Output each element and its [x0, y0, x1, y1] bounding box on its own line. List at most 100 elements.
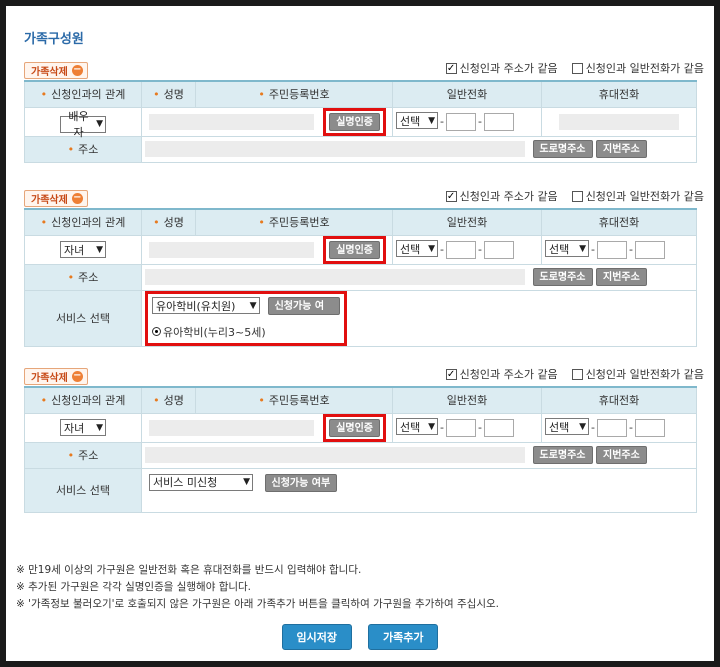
delete-family-label: 가족삭제: [31, 373, 68, 384]
family-member-table: • 신청인과의 관계 • 성명 • 주민등록번호 일반전화 휴대전화 자녀 ▼ 실명인증…: [24, 208, 697, 347]
service-radio-option[interactable]: 유아학비(누리3~5세): [152, 324, 340, 340]
phone-last-input[interactable]: [483, 418, 514, 437]
same-address-checkbox[interactable]: ✓ 신청인과 주소가 같음: [445, 60, 558, 76]
checkbox-icon: ✓: [445, 190, 457, 202]
add-family-button[interactable]: 가족추가: [368, 624, 439, 650]
rrn-header: • 주민등록번호: [195, 208, 393, 236]
delete-family-button[interactable]: 가족삭제 −: [24, 368, 88, 385]
relation-header: • 신청인과의 관계: [24, 80, 142, 108]
chevron-down-icon: ▼: [249, 300, 257, 311]
address-redacted: [145, 269, 525, 285]
name-rrn-redacted: [148, 113, 314, 130]
mobile-mid-input[interactable]: [596, 418, 627, 437]
delete-family-button[interactable]: 가족삭제 −: [24, 190, 88, 207]
phone-header: 일반전화: [392, 208, 542, 236]
chevron-down-icon: ▼: [428, 421, 435, 432]
verify-button[interactable]: 실명인증: [329, 240, 380, 259]
same-phone-checkbox[interactable]: 신청인과 일반전화가 같음: [571, 60, 704, 76]
verify-highlight: 실명인증: [323, 107, 386, 136]
lot-address-button[interactable]: 지번주소: [596, 140, 647, 158]
lot-address-button[interactable]: 지번주소: [596, 268, 647, 286]
same-phone-label: 신청인과 일반전화가 같음: [585, 368, 704, 381]
phone-last-input[interactable]: [483, 240, 514, 259]
phone-header: 일반전화: [392, 80, 542, 108]
service-radio-label: 유아학비(누리3~5세): [163, 325, 266, 339]
temp-save-button[interactable]: 임시저장: [281, 624, 352, 650]
mobile-prefix-select[interactable]: 선택 ▼: [545, 240, 589, 258]
verify-highlight: 실명인증: [323, 235, 386, 264]
chevron-down-icon: ▼: [96, 244, 103, 255]
phone-area-select[interactable]: 선택 ▼: [396, 112, 438, 130]
same-address-checkbox[interactable]: ✓ 신청인과 주소가 같음: [445, 366, 558, 382]
relation-select[interactable]: 자녀 ▼: [60, 419, 106, 436]
minus-icon: −: [71, 370, 83, 382]
lot-address-button[interactable]: 지번주소: [596, 446, 647, 464]
phone-mid-input[interactable]: [445, 112, 476, 131]
service-header: 서비스 선택: [24, 289, 142, 347]
same-address-label: 신청인과 주소가 같음: [459, 190, 558, 203]
same-phone-label: 신청인과 일반전화가 같음: [585, 62, 704, 75]
relation-header: • 신청인과의 관계: [24, 208, 142, 236]
note-item: ※ '가족정보 불러오기'로 호출되지 않은 가구원은 아래 가족추가 버튼을 …: [16, 598, 499, 610]
chevron-down-icon: ▼: [243, 477, 250, 487]
mobile-mid-input[interactable]: [596, 240, 627, 259]
phone-header: 일반전화: [392, 386, 542, 414]
same-phone-label: 신청인과 일반전화가 같음: [585, 190, 704, 203]
chevron-down-icon: ▼: [579, 243, 586, 254]
delete-family-label: 가족삭제: [31, 67, 68, 78]
name-header: • 성명: [141, 208, 196, 236]
same-address-label: 신청인과 주소가 같음: [459, 62, 558, 75]
verify-button[interactable]: 실명인증: [329, 112, 380, 131]
mobile-redacted: [559, 113, 679, 130]
note-item: ※ 추가된 가구원은 각각 실명인증을 실행해야 합니다.: [16, 581, 252, 593]
road-address-button[interactable]: 도로명주소: [532, 268, 593, 286]
verify-button[interactable]: 실명인증: [329, 418, 380, 437]
service-select[interactable]: 유아학비(유치원) ▼: [152, 297, 260, 314]
family-member-form: 가족구성원 가족삭제 − ✓ 신청인과 주소가 같음 신청인과 일반전화가 같음: [6, 6, 714, 661]
family-member-table: • 신청인과의 관계 • 성명 • 주민등록번호 일반전화 휴대전화 자녀 ▼ 실명인증…: [24, 386, 697, 513]
minus-icon: −: [71, 64, 83, 76]
family-member-block-3: 가족삭제 − ✓ 신청인과 주소가 같음 신청인과 일반전화가 같음 • 신청인과…: [24, 364, 704, 513]
name-rrn-redacted: [148, 419, 314, 436]
eligibility-button[interactable]: 신청가능 여부: [264, 474, 338, 492]
road-address-button[interactable]: 도로명주소: [532, 140, 593, 158]
phone-area-select[interactable]: 선택 ▼: [396, 240, 438, 258]
eligibility-button[interactable]: 신청가능 여부: [267, 296, 340, 330]
mobile-header: 휴대전화: [541, 386, 697, 414]
mobile-last-input[interactable]: [634, 418, 665, 437]
phone-mid-input[interactable]: [445, 418, 476, 437]
relation-header: • 신청인과의 관계: [24, 386, 142, 414]
minus-icon: −: [71, 192, 83, 204]
checkbox-icon: [571, 368, 583, 380]
mobile-last-input[interactable]: [634, 240, 665, 259]
family-member-block-1: 가족삭제 − ✓ 신청인과 주소가 같음 신청인과 일반전화가 같음 • 신청인과…: [24, 58, 704, 163]
phone-area-select[interactable]: 선택 ▼: [396, 418, 438, 436]
checkbox-icon: [571, 62, 583, 74]
address-redacted: [145, 447, 525, 463]
family-member-table: • 신청인과의 관계 • 성명 • 주민등록번호 일반전화 휴대전화 배우자 ▼ 실명인…: [24, 80, 697, 163]
same-address-checkbox[interactable]: ✓ 신청인과 주소가 같음: [445, 188, 558, 204]
chevron-down-icon: ▼: [96, 422, 103, 433]
address-header: • 주소: [24, 441, 142, 469]
relation-select[interactable]: 자녀 ▼: [60, 241, 106, 258]
chevron-down-icon: ▼: [428, 115, 435, 126]
same-phone-checkbox[interactable]: 신청인과 일반전화가 같음: [571, 188, 704, 204]
same-address-label: 신청인과 주소가 같음: [459, 368, 558, 381]
service-header: 서비스 선택: [24, 467, 142, 513]
family-member-block-2: 가족삭제 − ✓ 신청인과 주소가 같음 신청인과 일반전화가 같음 • 신청인과…: [24, 186, 704, 347]
chevron-down-icon: ▼: [96, 119, 103, 130]
chevron-down-icon: ▼: [579, 421, 586, 432]
mobile-prefix-select[interactable]: 선택 ▼: [545, 418, 589, 436]
service-highlight: 유아학비(유치원) ▼ 신청가능 여부 유아학비(누리3~5세): [145, 290, 347, 346]
same-phone-checkbox[interactable]: 신청인과 일반전화가 같음: [571, 366, 704, 382]
name-rrn-redacted: [148, 241, 314, 258]
section-title: 가족구성원: [24, 32, 84, 47]
delete-family-label: 가족삭제: [31, 195, 68, 206]
verify-highlight: 실명인증: [323, 413, 386, 442]
delete-family-button[interactable]: 가족삭제 −: [24, 62, 88, 79]
phone-last-input[interactable]: [483, 112, 514, 131]
road-address-button[interactable]: 도로명주소: [532, 446, 593, 464]
relation-select[interactable]: 배우자 ▼: [60, 110, 106, 139]
service-select[interactable]: 서비스 미신청 ▼: [149, 473, 253, 491]
phone-mid-input[interactable]: [445, 240, 476, 259]
